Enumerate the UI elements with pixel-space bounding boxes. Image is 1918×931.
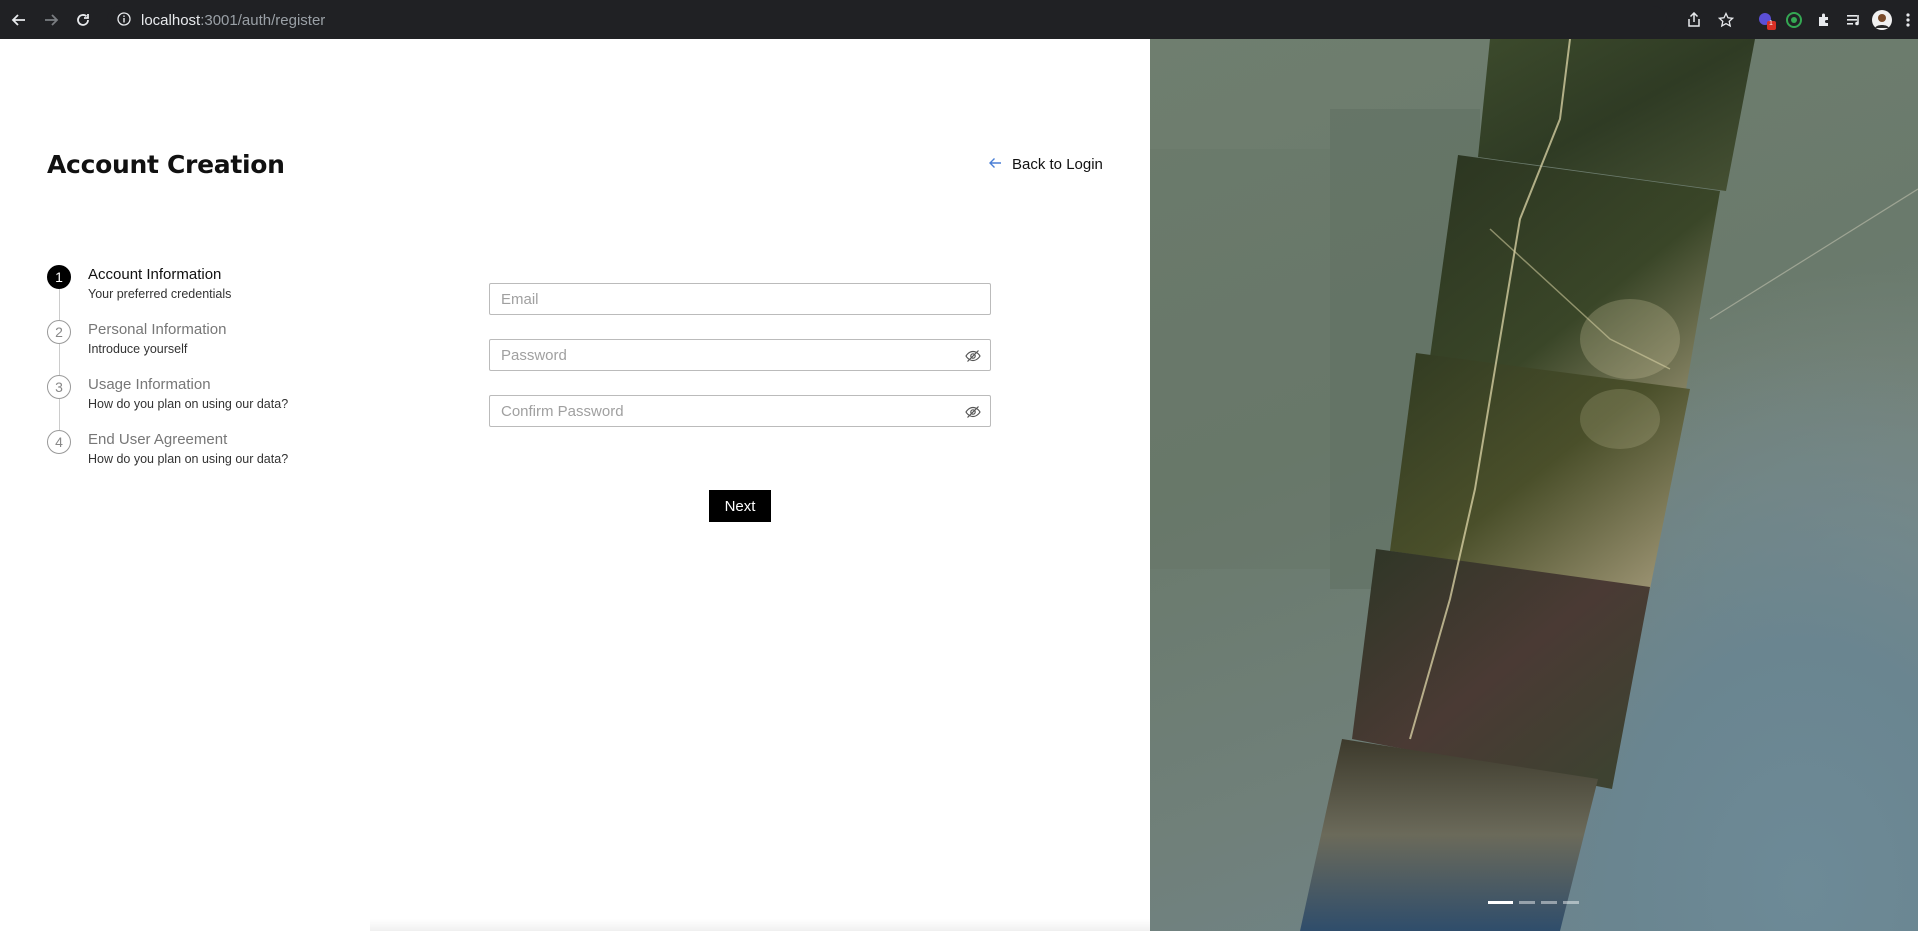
info-icon[interactable] <box>117 11 131 30</box>
bookmark-star-icon[interactable] <box>1716 10 1736 30</box>
step-connector <box>59 399 60 430</box>
step-number: 3 <box>47 375 71 399</box>
step-title: Personal Information <box>88 321 227 338</box>
extension-badge-count: 1 <box>1769 20 1773 27</box>
step-personal-information[interactable]: 2 Personal Information Introduce yoursel… <box>47 320 347 375</box>
target-extension-icon[interactable] <box>1784 10 1804 30</box>
email-field[interactable] <box>490 284 990 314</box>
url-host: localhost <box>141 11 201 29</box>
back-to-login-label: Back to Login <box>1012 156 1103 173</box>
carousel-dot[interactable] <box>1563 901 1579 904</box>
share-icon[interactable] <box>1684 10 1704 30</box>
step-subtitle: How do you plan on using our data? <box>88 452 289 466</box>
media-queue-icon[interactable] <box>1844 10 1864 30</box>
confirm-password-field[interactable] <box>490 396 990 426</box>
step-title: Account Information <box>88 266 222 283</box>
eye-slash-icon[interactable] <box>965 348 981 364</box>
reload-icon[interactable] <box>72 9 94 31</box>
step-number: 2 <box>47 320 71 344</box>
step-subtitle: Your preferred credentials <box>88 287 232 301</box>
step-usage-information[interactable]: 3 Usage Information How do you plan on u… <box>47 375 347 430</box>
puzzle-extensions-icon[interactable] <box>1814 10 1834 30</box>
extension-badge-icon[interactable]: 1 <box>1756 10 1776 30</box>
bottom-shadow <box>370 919 1150 931</box>
confirm-password-field-wrapper <box>489 395 991 427</box>
stepper: 1 Account Information Your preferred cre… <box>47 265 347 485</box>
carousel-dot[interactable] <box>1519 901 1535 904</box>
step-number: 4 <box>47 430 71 454</box>
step-number: 1 <box>47 265 71 289</box>
address-bar[interactable]: localhost:3001/auth/register <box>107 6 1667 34</box>
step-title: Usage Information <box>88 376 211 393</box>
password-field[interactable] <box>490 340 990 370</box>
satellite-strip-image <box>1150 39 1918 931</box>
password-field-wrapper <box>489 339 991 371</box>
credentials-form: Next <box>489 283 991 522</box>
step-subtitle: How do you plan on using our data? <box>88 397 289 411</box>
carousel-indicators <box>1488 901 1579 904</box>
next-button[interactable]: Next <box>709 490 771 522</box>
step-account-information[interactable]: 1 Account Information Your preferred cre… <box>47 265 347 320</box>
browser-toolbar: localhost:3001/auth/register 1 <box>0 0 1918 39</box>
step-subtitle: Introduce yourself <box>88 342 188 356</box>
step-end-user-agreement[interactable]: 4 End User Agreement How do you plan on … <box>47 430 347 485</box>
carousel-dot[interactable] <box>1488 901 1513 904</box>
back-to-login-link[interactable]: Back to Login <box>988 155 1103 174</box>
back-arrow-icon[interactable] <box>8 9 30 31</box>
eye-slash-icon[interactable] <box>965 404 981 420</box>
arrow-left-icon <box>988 155 1002 174</box>
page-title: Account Creation <box>47 150 285 179</box>
step-title: End User Agreement <box>88 431 228 448</box>
carousel-dot[interactable] <box>1541 901 1557 904</box>
url-text: localhost:3001/auth/register <box>141 12 325 29</box>
step-connector <box>59 344 60 375</box>
email-field-wrapper <box>489 283 991 315</box>
satellite-image-carousel <box>1150 39 1918 931</box>
registration-panel: Account Creation Back to Login 1 Account… <box>0 39 1150 931</box>
step-connector <box>59 289 60 320</box>
url-path: :3001/auth/register <box>200 11 326 29</box>
profile-avatar[interactable] <box>1872 10 1892 30</box>
kebab-menu-icon[interactable] <box>1898 10 1918 30</box>
forward-arrow-icon[interactable] <box>40 9 62 31</box>
